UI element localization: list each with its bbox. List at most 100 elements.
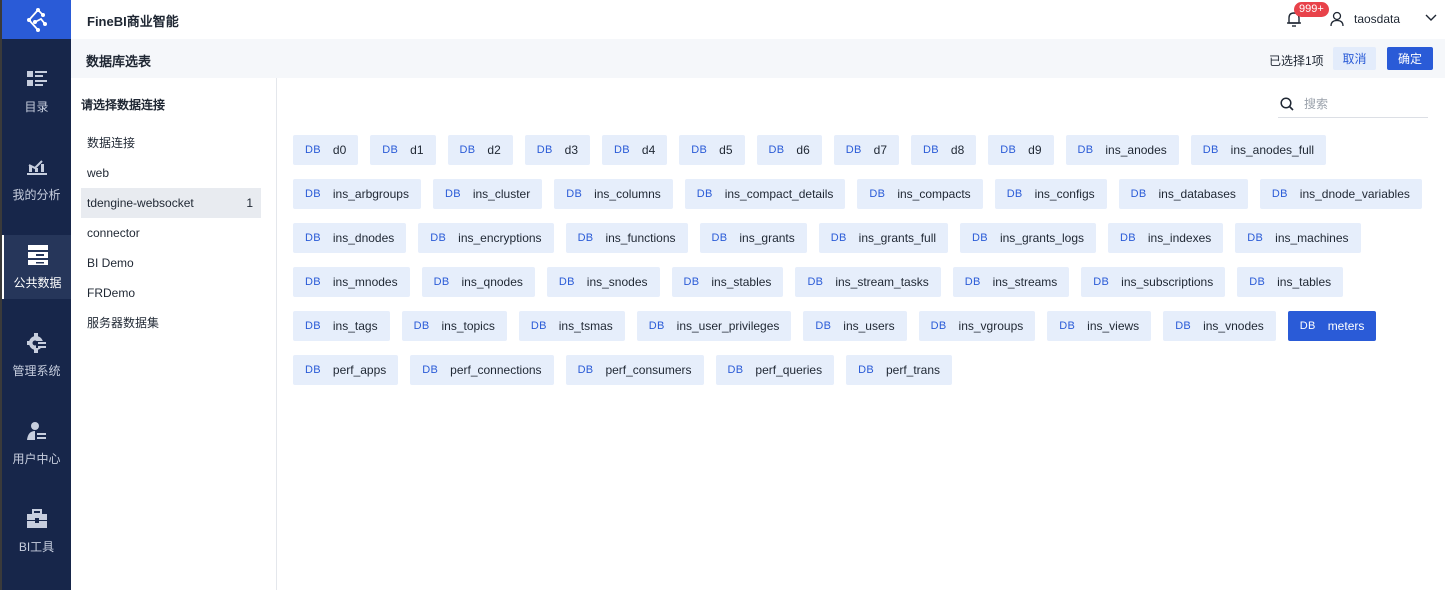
username[interactable]: taosdata bbox=[1354, 12, 1400, 26]
table-item[interactable]: DB ins_compact_details bbox=[684, 179, 846, 209]
connection-item[interactable]: FRDemo bbox=[81, 278, 261, 308]
table-selection-area: DB d0 DB d1 DB d2 DB d3 DB d4 DB d5 DB d6 DB d7 DB d8 DB d9… bbox=[277, 78, 1445, 590]
table-item[interactable]: DB meters bbox=[1287, 311, 1377, 341]
table-item[interactable]: DB ins_subscriptions bbox=[1081, 267, 1226, 297]
table-item[interactable]: DB d8 bbox=[911, 135, 977, 165]
table-item[interactable]: DB d4 bbox=[602, 135, 668, 165]
nav-label: 目录 bbox=[24, 99, 49, 114]
table-item[interactable]: DB ins_topics bbox=[401, 311, 507, 341]
db-badge-icon: DB bbox=[691, 144, 708, 156]
nav-item-my-analysis[interactable]: 我的分析 bbox=[2, 147, 71, 211]
table-item[interactable]: DB perf_apps bbox=[293, 355, 399, 385]
table-item[interactable]: DB d9 bbox=[988, 135, 1054, 165]
connection-item[interactable]: BI Demo bbox=[81, 248, 261, 278]
table-item[interactable]: DB perf_connections bbox=[410, 355, 554, 385]
nav-item-bi-tools[interactable]: BI工具 bbox=[2, 499, 71, 563]
table-item[interactable]: DB d2 bbox=[447, 135, 513, 165]
table-name: ins_grants_full bbox=[858, 231, 937, 245]
table-item[interactable]: DB ins_configs bbox=[994, 179, 1107, 209]
table-item[interactable]: DB ins_functions bbox=[565, 223, 688, 253]
table-item[interactable]: DB ins_cluster bbox=[432, 179, 543, 209]
table-item[interactable]: DB d3 bbox=[524, 135, 590, 165]
table-item[interactable]: DB d1 bbox=[370, 135, 436, 165]
table-item[interactable]: DB ins_mnodes bbox=[293, 267, 410, 297]
table-item[interactable]: DB ins_users bbox=[803, 311, 907, 341]
connection-item[interactable]: connector bbox=[81, 218, 261, 248]
table-item[interactable]: DB ins_databases bbox=[1118, 179, 1248, 209]
connection-name: web bbox=[87, 166, 110, 180]
table-item[interactable]: DB ins_machines bbox=[1235, 223, 1361, 253]
table-item[interactable]: DB ins_tags bbox=[293, 311, 390, 341]
table-name: ins_subscriptions bbox=[1121, 275, 1214, 289]
table-item[interactable]: DB ins_anodes bbox=[1065, 135, 1179, 165]
finebi-logo[interactable] bbox=[2, 0, 73, 39]
nav-label: 我的分析 bbox=[12, 187, 61, 202]
nav-item-management[interactable]: 管理系统 bbox=[2, 323, 71, 387]
db-badge-icon: DB bbox=[923, 144, 939, 156]
db-badge-icon: DB bbox=[577, 364, 594, 376]
table-item[interactable]: DB ins_views bbox=[1047, 311, 1152, 341]
connection-name: 服务器数据集 bbox=[87, 316, 160, 330]
user-icon[interactable] bbox=[1329, 11, 1345, 27]
table-item[interactable]: DB ins_vgroups bbox=[918, 311, 1036, 341]
table-item[interactable]: DB ins_stream_tasks bbox=[795, 267, 941, 297]
table-name: ins_qnodes bbox=[461, 275, 523, 289]
table-item[interactable]: DB ins_arbgroups bbox=[293, 179, 421, 209]
table-item[interactable]: DB ins_snodes bbox=[546, 267, 660, 297]
table-item[interactable]: DB ins_vnodes bbox=[1163, 311, 1276, 341]
search-input[interactable] bbox=[1304, 95, 1424, 113]
connection-item[interactable]: 服务器数据集 bbox=[81, 308, 261, 338]
chevron-down-icon[interactable] bbox=[1425, 13, 1437, 23]
table-name: perf_trans bbox=[886, 363, 941, 377]
table-name: ins_configs bbox=[1034, 187, 1095, 201]
table-name: d1 bbox=[410, 143, 424, 157]
db-badge-icon: DB bbox=[807, 276, 824, 288]
table-item[interactable]: DB ins_tsmas bbox=[518, 311, 625, 341]
db-badge-icon: DB bbox=[858, 364, 874, 376]
table-item[interactable]: DB ins_anodes_full bbox=[1190, 135, 1327, 165]
confirm-button[interactable]: 确定 bbox=[1387, 47, 1433, 70]
nav-item-public-data[interactable]: 公共数据 bbox=[2, 235, 71, 299]
db-badge-icon: DB bbox=[459, 144, 476, 156]
db-badge-icon: DB bbox=[413, 320, 430, 332]
db-badge-icon: DB bbox=[972, 232, 988, 244]
table-item[interactable]: DB ins_grants_full bbox=[818, 223, 949, 253]
table-name: ins_dnode_variables bbox=[1299, 187, 1410, 201]
table-item[interactable]: DB d7 bbox=[833, 135, 899, 165]
table-item[interactable]: DB perf_consumers bbox=[565, 355, 704, 385]
table-item[interactable]: DB d0 bbox=[293, 135, 359, 165]
table-item[interactable]: DB ins_tables bbox=[1237, 267, 1344, 297]
connection-item[interactable]: tdengine-websocket 1 bbox=[81, 188, 261, 218]
cancel-button[interactable]: 取消 bbox=[1333, 47, 1376, 70]
db-badge-icon: DB bbox=[930, 320, 947, 332]
table-item[interactable]: DB ins_indexes bbox=[1108, 223, 1224, 253]
table-item[interactable]: DB perf_queries bbox=[715, 355, 835, 385]
table-name: ins_grants_logs bbox=[999, 231, 1084, 245]
table-item[interactable]: DB ins_grants_logs bbox=[960, 223, 1096, 253]
table-item[interactable]: DB ins_qnodes bbox=[421, 267, 535, 297]
db-badge-icon: DB bbox=[558, 276, 575, 288]
table-item[interactable]: DB ins_user_privileges bbox=[636, 311, 792, 341]
table-item[interactable]: DB ins_streams bbox=[952, 267, 1070, 297]
table-item[interactable]: DB d6 bbox=[756, 135, 822, 165]
table-item[interactable]: DB ins_grants bbox=[699, 223, 807, 253]
table-item[interactable]: DB perf_trans bbox=[846, 355, 953, 385]
table-item[interactable]: DB ins_stables bbox=[671, 267, 784, 297]
connection-item[interactable]: 数据连接 bbox=[81, 128, 261, 158]
table-item[interactable]: DB d5 bbox=[679, 135, 745, 165]
nav-item-catalog[interactable]: 目录 bbox=[2, 59, 71, 123]
connection-selected-count: 1 bbox=[246, 196, 253, 210]
table-item[interactable]: DB ins_compacts bbox=[857, 179, 983, 209]
db-badge-icon: DB bbox=[1271, 188, 1288, 200]
nav-item-user-center[interactable]: 用户中心 bbox=[2, 411, 71, 475]
search-box[interactable] bbox=[1278, 92, 1428, 118]
table-name: ins_tables bbox=[1277, 275, 1332, 289]
db-badge-icon: DB bbox=[1247, 232, 1264, 244]
table-item[interactable]: DB ins_columns bbox=[554, 179, 673, 209]
table-item[interactable]: DB ins_encryptions bbox=[418, 223, 554, 253]
notification-badge[interactable]: 999+ bbox=[1294, 2, 1329, 17]
public-data-icon bbox=[27, 244, 49, 266]
table-item[interactable]: DB ins_dnode_variables bbox=[1259, 179, 1422, 209]
connection-item[interactable]: web bbox=[81, 158, 261, 188]
table-item[interactable]: DB ins_dnodes bbox=[293, 223, 407, 253]
